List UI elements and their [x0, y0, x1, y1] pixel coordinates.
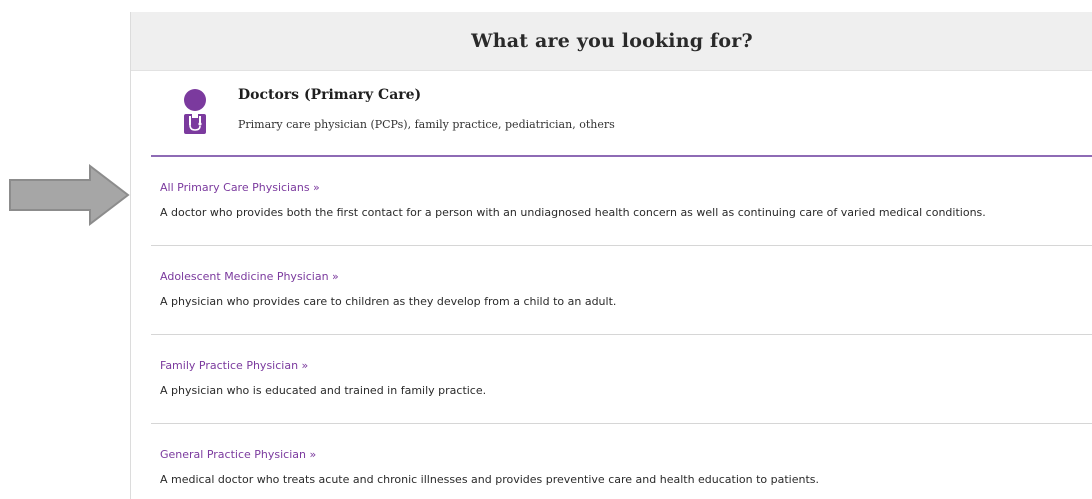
item-description: A physician who is educated and trained …: [160, 384, 487, 397]
list-item: All Primary Care Physicians » A doctor w…: [151, 157, 1092, 246]
physician-list: All Primary Care Physicians » A doctor w…: [151, 157, 1092, 499]
search-panel: What are you looking for? Doctors (Prima…: [130, 12, 1092, 499]
list-item: Family Practice Physician » A physician …: [151, 335, 1092, 424]
item-description: A physician who provides care to childre…: [160, 295, 617, 308]
item-description: A medical doctor who treats acute and ch…: [160, 473, 820, 486]
page-title: What are you looking for?: [471, 30, 753, 52]
general-practice-physician-link[interactable]: General Practice Physician »: [160, 448, 316, 461]
list-item: Adolescent Medicine Physician » A physic…: [151, 246, 1092, 335]
item-description: A doctor who provides both the first con…: [160, 206, 986, 219]
doctor-icon: [184, 89, 206, 134]
adolescent-medicine-physician-link[interactable]: Adolescent Medicine Physician »: [160, 270, 339, 283]
right-arrow-icon: [9, 164, 130, 226]
category-subtitle: Primary care physician (PCPs), family pr…: [238, 118, 615, 131]
family-practice-physician-link[interactable]: Family Practice Physician »: [160, 359, 308, 372]
all-primary-care-physicians-link[interactable]: All Primary Care Physicians »: [160, 181, 320, 194]
category-doctors-primary-care[interactable]: Doctors (Primary Care) Primary care phys…: [151, 71, 1092, 157]
list-item: General Practice Physician » A medical d…: [151, 424, 1092, 499]
category-title: Doctors (Primary Care): [238, 87, 422, 103]
page: What are you looking for? Doctors (Prima…: [0, 0, 1092, 499]
panel-header: What are you looking for?: [131, 12, 1092, 71]
